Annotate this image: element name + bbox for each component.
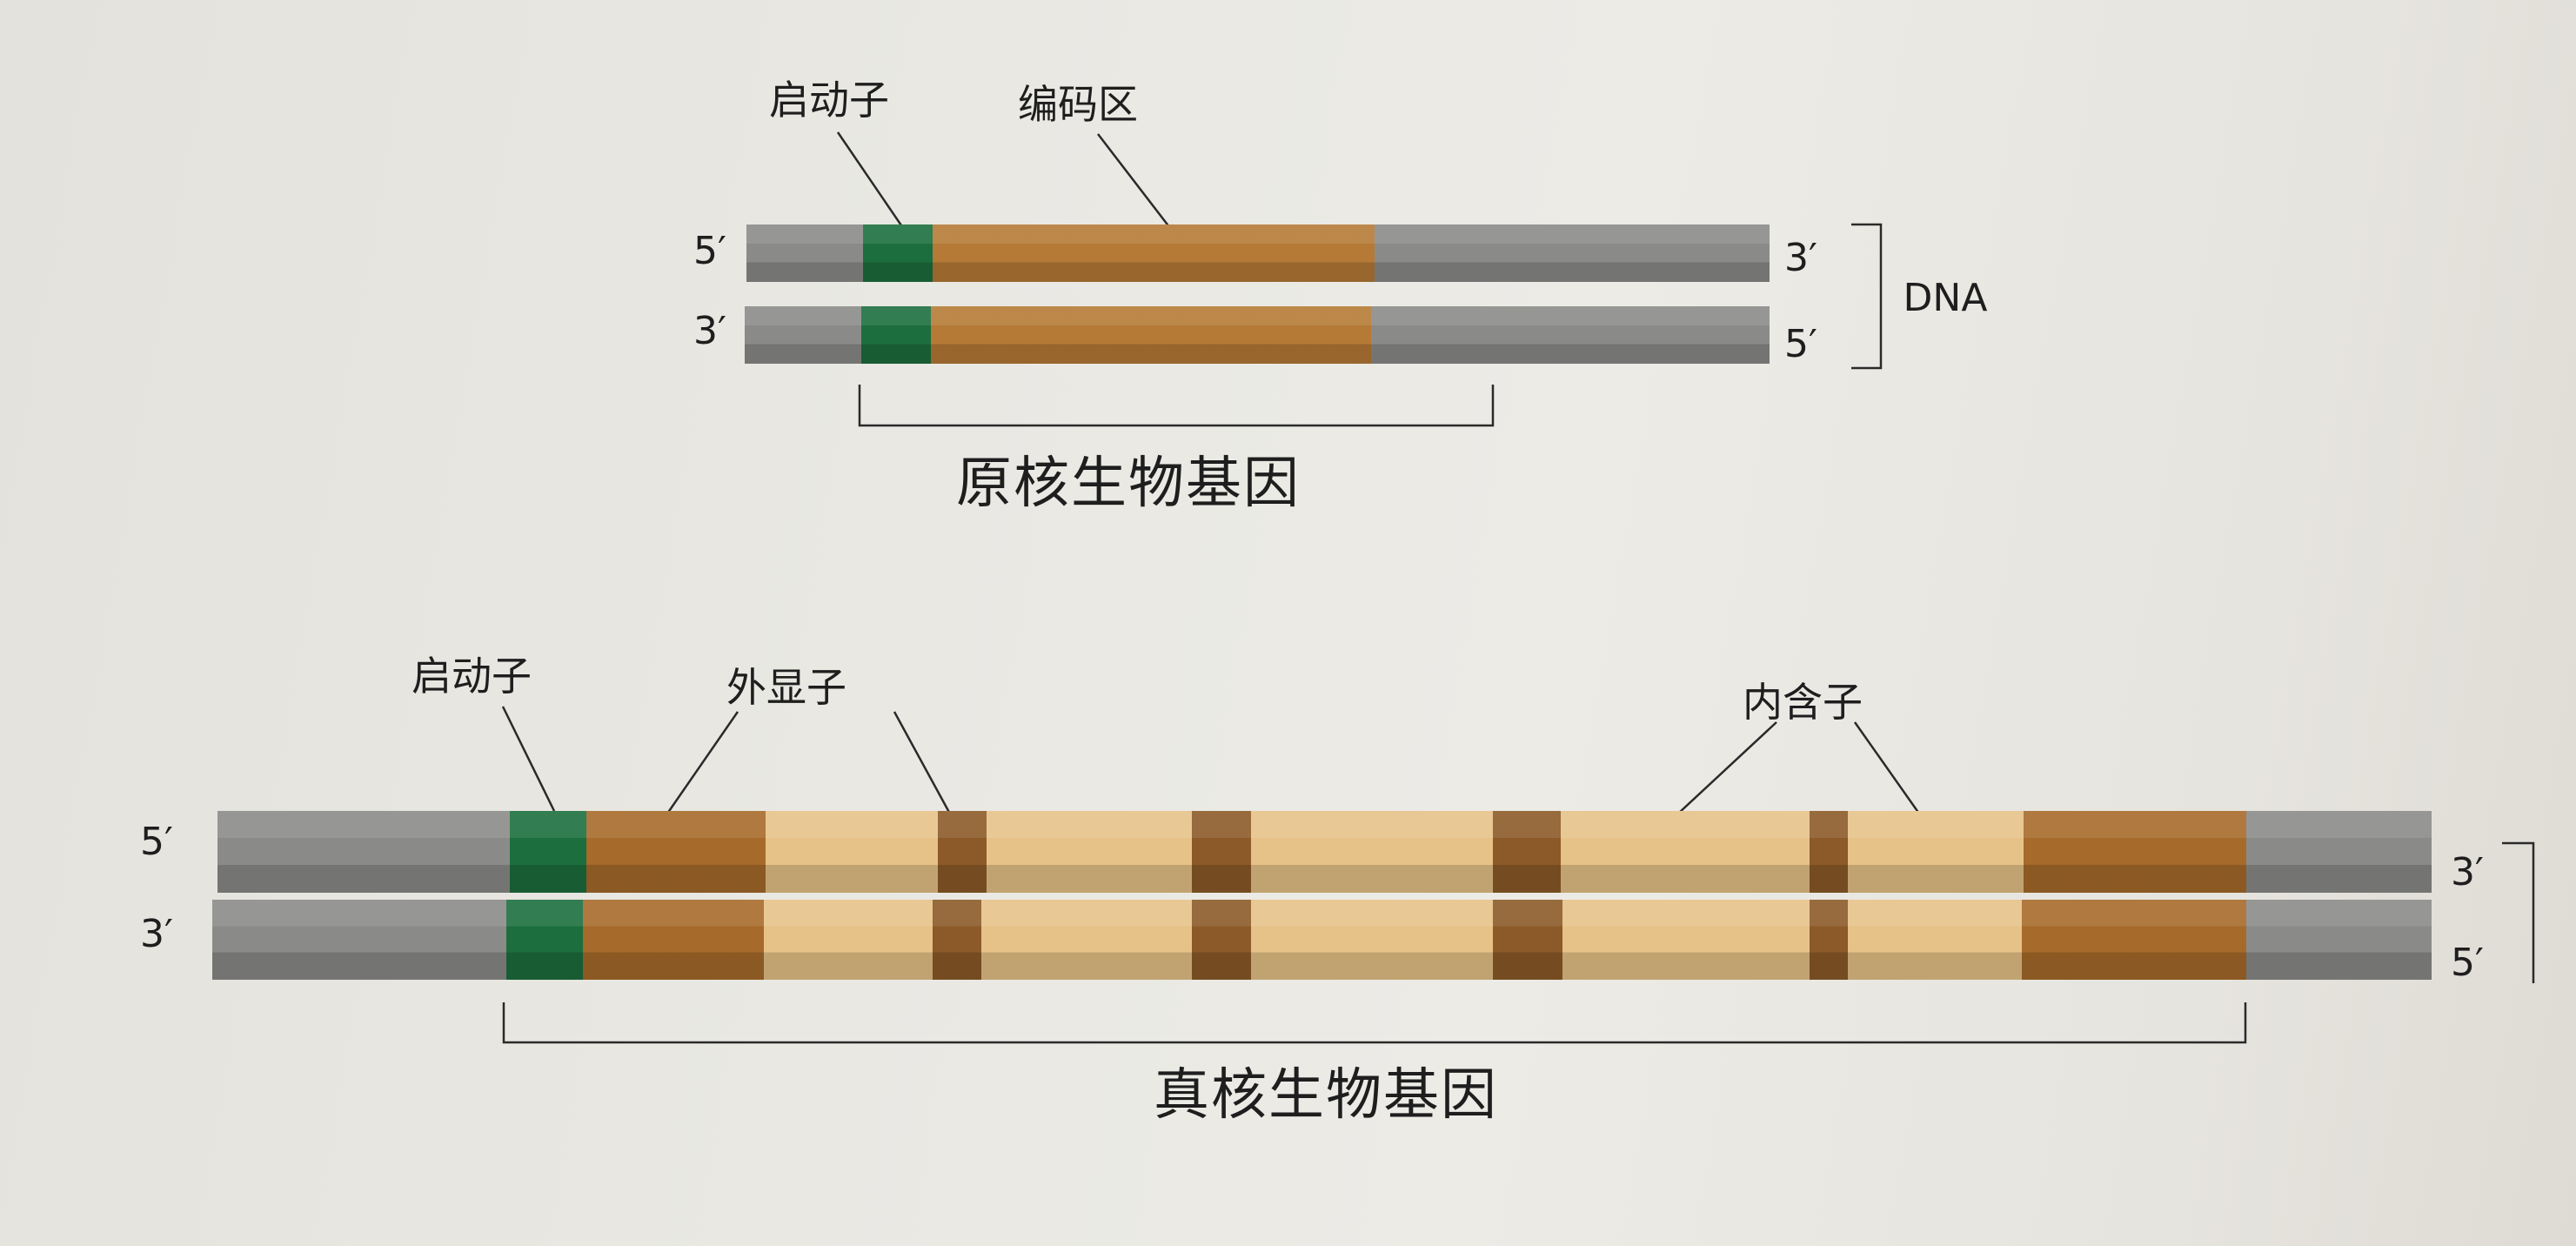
prok-top-right-end: 3′ xyxy=(1784,236,1817,280)
prok-top-left-end: 5′ xyxy=(693,229,726,273)
dna-brace xyxy=(1851,223,1883,370)
euk-top-strand xyxy=(217,811,2432,893)
euk-promoter-leader xyxy=(501,706,556,812)
prok-promoter-leader xyxy=(836,131,905,229)
euk-bottom-strand xyxy=(212,900,2432,980)
prok-promoter-label: 启动子 xyxy=(769,77,889,124)
euk-bottom-left-end: 3′ xyxy=(140,912,173,956)
prok-coding-region-label: 编码区 xyxy=(1018,81,1138,128)
euk-bottom-right-end: 5′ xyxy=(2451,941,2484,985)
prok-top-strand xyxy=(746,224,1770,282)
euk-promoter-label: 启动子 xyxy=(411,653,532,700)
prok-bottom-right-end: 5′ xyxy=(1784,322,1817,366)
euk-top-right-end: 3′ xyxy=(2451,850,2484,894)
annotation-lines xyxy=(501,131,2535,1044)
gene-structure-diagram: 启动子 编码区 5′ 3′ 3′ 5′ DNA 原核生物基因 启动子 外显子 内… xyxy=(0,0,2576,1246)
euk-exon-leader-2 xyxy=(893,711,959,827)
euk-top-left-end: 5′ xyxy=(140,820,173,864)
euk-exon-leader-1 xyxy=(664,711,739,817)
euk-exon-label: 外显子 xyxy=(726,664,846,711)
dna-label: DNA xyxy=(1903,276,1988,320)
prok-bottom-strand xyxy=(745,306,1770,364)
euk-gene-bracket xyxy=(502,1002,2247,1044)
euk-dna-brace xyxy=(2502,841,2535,983)
euk-caption: 真核生物基因 xyxy=(1154,1063,1498,1128)
prok-coding-leader xyxy=(1097,133,1174,232)
prok-bottom-left-end: 3′ xyxy=(693,309,726,353)
prok-caption: 原核生物基因 xyxy=(956,452,1301,516)
prok-gene-bracket xyxy=(858,385,1495,427)
euk-intron-label: 内含子 xyxy=(1743,679,1863,726)
